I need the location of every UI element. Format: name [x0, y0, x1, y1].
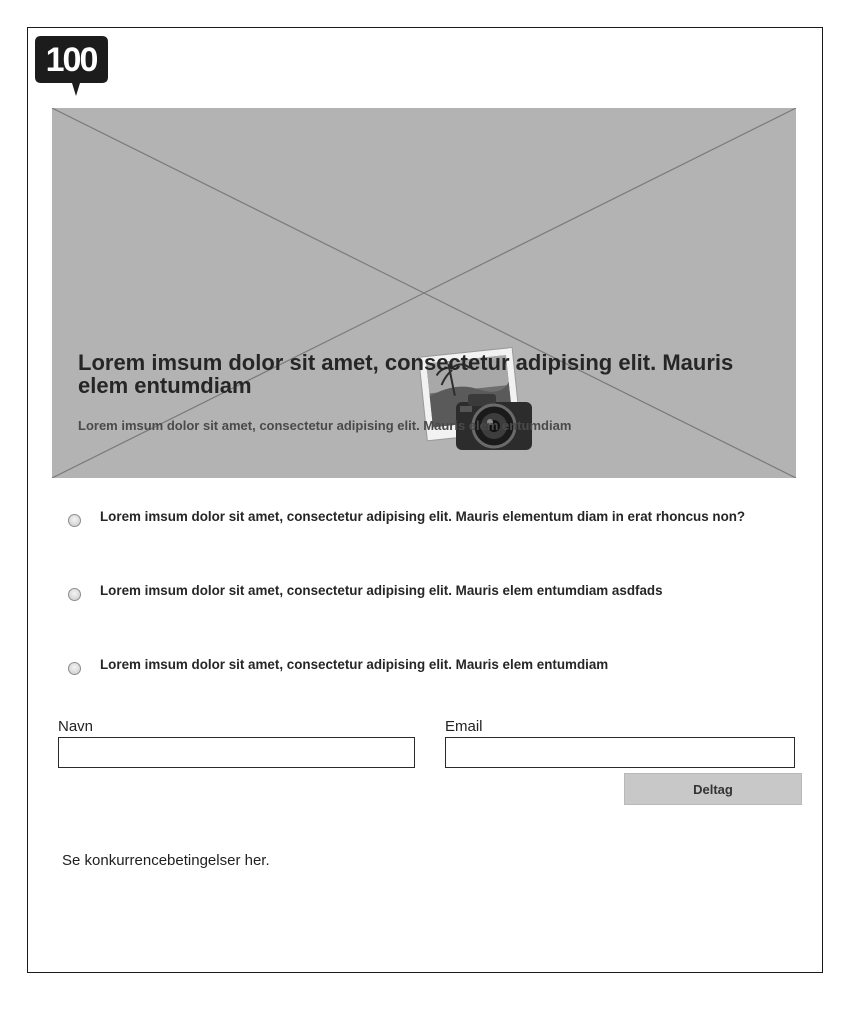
email-input[interactable] [445, 737, 795, 768]
name-label: Navn [58, 718, 94, 735]
hero-image: Lorem imsum dolor sit amet, consectetur … [52, 108, 796, 478]
logo: 100 [34, 36, 110, 98]
hero-subtitle: Lorem imsum dolor sit amet, consectetur … [78, 418, 572, 433]
answer-label: Lorem imsum dolor sit amet, consectetur … [100, 509, 746, 524]
answer-label: Lorem imsum dolor sit amet, consectetur … [100, 657, 609, 672]
submit-button[interactable]: Deltag [624, 773, 802, 805]
email-label: Email [445, 718, 483, 735]
radio-button[interactable] [68, 588, 81, 601]
terms-link[interactable]: Se konkurrencebetingelser her. [62, 852, 270, 869]
radio-button[interactable] [68, 662, 81, 675]
radio-button[interactable] [68, 514, 81, 527]
speech-bubble-logo-icon: 100 [35, 36, 108, 96]
name-input[interactable] [58, 737, 415, 768]
logo-text: 100 [46, 41, 98, 79]
answer-label: Lorem imsum dolor sit amet, consectetur … [100, 583, 663, 598]
hero-title: Lorem imsum dolor sit amet, consectetur … [78, 350, 734, 398]
